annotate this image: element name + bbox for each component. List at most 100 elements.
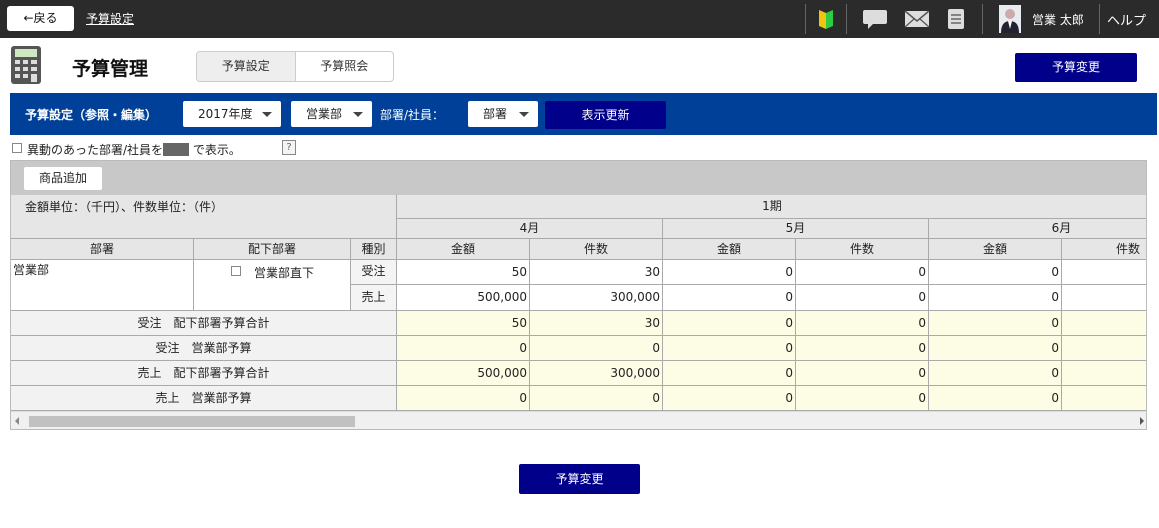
- summary-value: 0: [530, 386, 663, 411]
- unit-note: 金額単位：（千円）、件数単位：（件）: [11, 195, 397, 239]
- diff-text-before: 異動のあった部署/社員を: [27, 143, 164, 157]
- divider: [1099, 4, 1100, 34]
- chevron-down-icon: [519, 112, 529, 117]
- budget-input-cell[interactable]: 0: [929, 285, 1062, 311]
- col-header-count: 件数: [1062, 239, 1146, 260]
- summary-value: 0: [796, 311, 929, 336]
- section-label: 予算設定（参照・編集）: [25, 108, 158, 122]
- horizontal-scrollbar[interactable]: [11, 411, 1146, 429]
- budget-input-cell[interactable]: 0: [929, 260, 1062, 285]
- tab-budget-settings[interactable]: 予算設定: [197, 52, 296, 81]
- sub-dept-cell: 営業部直下: [194, 260, 351, 311]
- summary-value: 0: [929, 311, 1062, 336]
- sub-dept-checkbox[interactable]: [231, 266, 241, 276]
- kind-cell: 受注: [351, 260, 397, 285]
- summary-value: 30: [530, 311, 663, 336]
- budget-input-cell[interactable]: 300,000: [530, 285, 663, 311]
- top-bar: ←戻る 予算設定 営業 太郎 ヘルプ: [0, 0, 1159, 38]
- budget-input-cell[interactable]: 0: [663, 285, 796, 311]
- col-header-amount: 金額: [663, 239, 796, 260]
- col-header-amount: 金額: [397, 239, 530, 260]
- summary-value: 0: [663, 361, 796, 386]
- summary-value: [1062, 311, 1146, 336]
- scroll-right-icon[interactable]: [1140, 417, 1144, 425]
- chat-icon[interactable]: [860, 5, 890, 33]
- memo-icon[interactable]: [944, 5, 968, 33]
- budget-input-cell[interactable]: 50: [397, 260, 530, 285]
- budget-change-button-bottom[interactable]: 予算変更: [519, 464, 640, 494]
- grey-swatch: [163, 143, 190, 156]
- scrollbar-thumb[interactable]: [29, 416, 355, 427]
- col-header-kind: 種別: [351, 239, 397, 260]
- page-title: 予算管理: [72, 58, 149, 80]
- chevron-down-icon: [262, 112, 272, 117]
- kind-cell: 売上: [351, 285, 397, 311]
- refresh-button[interactable]: 表示更新: [545, 101, 666, 129]
- user-name[interactable]: 営業 太郎: [1032, 11, 1084, 28]
- summary-value: 0: [796, 336, 929, 361]
- tab-group: 予算設定 予算照会: [196, 51, 394, 82]
- budget-input-cell[interactable]: 30: [530, 260, 663, 285]
- breadcrumb-title[interactable]: 予算設定: [86, 10, 134, 27]
- summary-label: 受注 配下部署予算合計: [11, 311, 397, 336]
- dept-name-cell: 営業部: [11, 260, 194, 311]
- mode-select-value: 部署: [483, 107, 508, 121]
- tab-budget-inquiry[interactable]: 予算照会: [296, 52, 394, 81]
- sub-dept-label: 営業部直下: [254, 266, 315, 280]
- summary-value: 50: [397, 311, 530, 336]
- chevron-down-icon: [353, 112, 363, 117]
- summary-value: 0: [663, 336, 796, 361]
- summary-value: 0: [397, 336, 530, 361]
- summary-value: 0: [663, 311, 796, 336]
- beginner-leaf-icon[interactable]: [814, 5, 838, 33]
- calculator-icon: [10, 45, 42, 85]
- budget-input-cell[interactable]: [1062, 285, 1146, 311]
- budget-input-cell[interactable]: 500,000: [397, 285, 530, 311]
- dept-employee-label: 部署/社員：: [380, 108, 445, 122]
- summary-value: 300,000: [530, 361, 663, 386]
- period-header: 1期: [397, 195, 1146, 219]
- diff-text-after: で表示。: [192, 143, 241, 157]
- summary-label: 受注 営業部予算: [11, 336, 397, 361]
- summary-value: [1062, 386, 1146, 411]
- user-avatar-icon: [998, 5, 1022, 33]
- help-link[interactable]: ヘルプ: [1107, 10, 1146, 29]
- summary-value: 0: [929, 386, 1062, 411]
- month-header: 6月: [929, 219, 1146, 239]
- diff-option-text: 異動のあった部署/社員を で表示。: [27, 141, 241, 158]
- summary-value: 0: [663, 386, 796, 411]
- help-question-icon[interactable]: ?: [282, 140, 296, 155]
- summary-value: 500,000: [397, 361, 530, 386]
- diff-highlight-checkbox[interactable]: [12, 143, 22, 153]
- budget-input-cell[interactable]: 0: [663, 260, 796, 285]
- budget-change-button-top[interactable]: 予算変更: [1015, 53, 1137, 82]
- department-select-value: 営業部: [306, 107, 343, 121]
- budget-input-cell[interactable]: 0: [796, 260, 929, 285]
- col-header-sub-dept: 配下部署: [194, 239, 351, 260]
- scroll-left-icon[interactable]: [15, 417, 19, 425]
- summary-value: 0: [929, 336, 1062, 361]
- col-header-dept: 部署: [11, 239, 194, 260]
- mail-icon[interactable]: [903, 5, 931, 33]
- mode-select[interactable]: 部署: [468, 101, 538, 127]
- summary-value: 0: [397, 386, 530, 411]
- table-toolbar: 商品追加: [11, 161, 1146, 195]
- divider: [982, 4, 983, 34]
- department-select[interactable]: 営業部: [291, 101, 372, 127]
- summary-label: 売上 配下部署予算合計: [11, 361, 397, 386]
- divider: [846, 4, 847, 34]
- add-product-button[interactable]: 商品追加: [24, 167, 102, 190]
- month-header: 4月: [397, 219, 663, 239]
- year-select[interactable]: 2017年度: [183, 101, 281, 127]
- summary-value: 0: [796, 361, 929, 386]
- back-button[interactable]: ←戻る: [7, 6, 74, 31]
- summary-label: 売上 営業部予算: [11, 386, 397, 411]
- divider: [805, 4, 806, 34]
- month-header: 5月: [663, 219, 929, 239]
- col-header-count: 件数: [530, 239, 663, 260]
- filter-bar: 予算設定（参照・編集） 2017年度 営業部 部署/社員： 部署 表示更新: [10, 93, 1157, 135]
- budget-input-cell[interactable]: [1062, 260, 1146, 285]
- summary-value: 0: [796, 386, 929, 411]
- summary-value: 0: [929, 361, 1062, 386]
- budget-input-cell[interactable]: 0: [796, 285, 929, 311]
